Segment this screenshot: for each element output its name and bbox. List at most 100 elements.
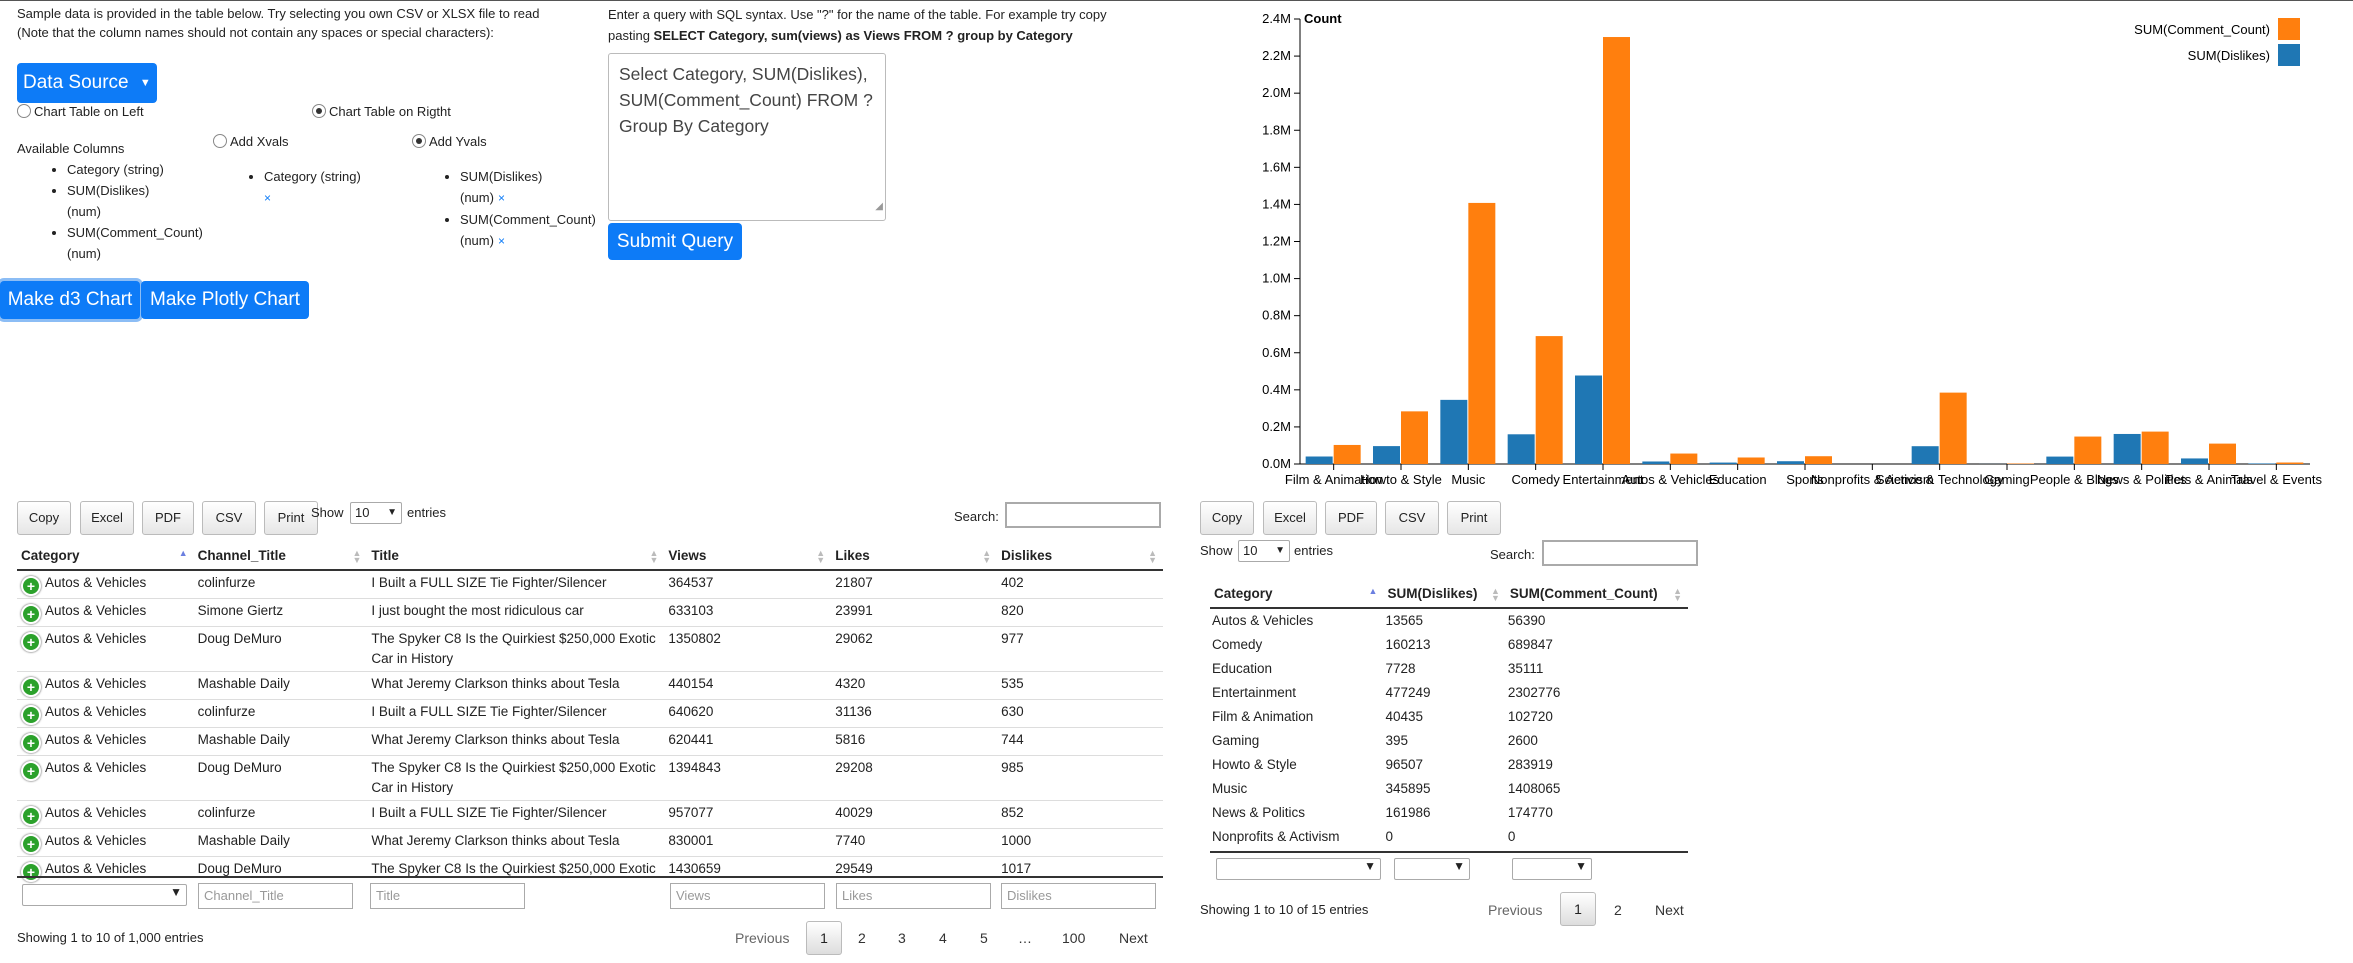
table-row[interactable]: Film & Animation 40435 102720	[1210, 705, 1688, 729]
expand-row-icon[interactable]: +	[21, 604, 41, 624]
excel-export-button[interactable]: Excel	[1263, 501, 1317, 535]
page-button[interactable]: 2	[858, 930, 866, 946]
y-tick-label: 2.0M	[1262, 85, 1291, 100]
table-row[interactable]: News & Politics 161986 174770	[1210, 801, 1688, 825]
column-item[interactable]: SUM(Comment_Count) (num)	[67, 222, 203, 264]
expand-row-icon[interactable]: +	[21, 705, 41, 725]
page-button[interactable]: 4	[939, 930, 947, 946]
filter-dislikes-input[interactable]: Dislikes	[1001, 883, 1156, 909]
column-header-channel_title[interactable]: Channel_Title ▲ ▼	[193, 542, 368, 571]
page-button[interactable]: 5	[980, 930, 988, 946]
expand-row-icon[interactable]: +	[21, 733, 41, 753]
column-header-likes[interactable]: Likes ▲ ▼	[831, 542, 998, 571]
table-row[interactable]: Autos & Vehicles 13565 56390	[1210, 608, 1688, 633]
remove-icon[interactable]: ×	[264, 191, 271, 205]
expand-row-icon[interactable]: +	[21, 677, 41, 697]
previous-page-button[interactable]: Previous	[735, 930, 789, 946]
column-header-views[interactable]: Views ▲ ▼	[664, 542, 832, 571]
make-d3-chart-button[interactable]: Make d3 Chart	[0, 281, 140, 319]
table-cell: 0	[1383, 825, 1505, 849]
page-button[interactable]: 1	[1560, 892, 1596, 926]
table-row[interactable]: Nonprofits & Activism 0 0	[1210, 825, 1688, 849]
print-export-button[interactable]: Print	[264, 501, 318, 535]
table-row[interactable]: + Autos & Vehicles colinfurze I Built a FUL…	[17, 800, 1163, 829]
table-row[interactable]: Music 345895 1408065	[1210, 777, 1688, 801]
pdf-export-button[interactable]: PDF	[1325, 501, 1377, 535]
table-row[interactable]: + Autos & Vehicles colinfurze I Built a FUL…	[17, 699, 1163, 728]
csv-export-button[interactable]: CSV	[1385, 501, 1439, 535]
filter-title-input[interactable]: Title	[370, 883, 525, 909]
main-search-input[interactable]	[1005, 502, 1161, 528]
previous-page-button[interactable]: Previous	[1488, 902, 1542, 918]
table-row[interactable]: Entertainment 477249 2302776	[1210, 681, 1688, 705]
table-row[interactable]: + Autos & Vehicles Mashable Daily What Jere…	[17, 671, 1163, 700]
radio-chart-right[interactable]: Chart Table on Rigtht	[312, 104, 451, 119]
expand-row-icon[interactable]: +	[21, 806, 41, 826]
radio-add-yvals[interactable]: Add Yvals	[412, 134, 487, 149]
radio-icon[interactable]	[312, 104, 326, 118]
submit-query-button[interactable]: Submit Query	[608, 223, 742, 260]
print-export-button[interactable]: Print	[1447, 501, 1501, 535]
filter-views-input[interactable]: Views	[670, 883, 825, 909]
resize-handle-icon[interactable]: ◢	[875, 194, 883, 220]
agg-category-filter[interactable]: ▼	[1216, 858, 1381, 880]
table-row[interactable]: + Autos & Vehicles Mashable Daily What Jere…	[17, 727, 1163, 756]
table-row[interactable]: + Autos & Vehicles Doug DeMuro The Spyker C…	[17, 755, 1163, 801]
copy-export-button[interactable]: Copy	[1200, 501, 1254, 535]
pdf-export-button[interactable]: PDF	[142, 501, 194, 535]
query-textarea[interactable]: Select Category, SUM(Dislikes), SUM(Comm…	[608, 53, 886, 221]
table-row[interactable]: + Autos & Vehicles Mashable Daily What Jere…	[17, 828, 1163, 857]
page-button[interactable]: 2	[1614, 902, 1622, 918]
csv-export-button[interactable]: CSV	[202, 501, 256, 535]
filter-channel-title-input[interactable]: Channel_Title	[198, 883, 353, 909]
column-item[interactable]: SUM(Dislikes) (num)	[67, 180, 203, 222]
table-row[interactable]: Education 7728 35111	[1210, 657, 1688, 681]
table-cell: + Autos & Vehicles	[17, 755, 194, 801]
column-header[interactable]: SUM(Comment_Count) ▲ ▼	[1505, 580, 1688, 609]
expand-row-icon[interactable]: +	[21, 632, 41, 652]
excel-export-button[interactable]: Excel	[80, 501, 134, 535]
column-header[interactable]: SUM(Dislikes) ▲ ▼	[1383, 580, 1506, 609]
page-button[interactable]: 100	[1062, 930, 1085, 946]
data-source-dropdown[interactable]: Data Source ▼	[17, 63, 157, 103]
filter-likes-input[interactable]: Likes	[836, 883, 991, 909]
table-row[interactable]: + Autos & Vehicles Simone Giertz I just bou…	[17, 598, 1163, 627]
remove-icon[interactable]: ×	[498, 234, 505, 248]
copy-export-button[interactable]: Copy	[17, 501, 71, 535]
expand-row-icon[interactable]: +	[21, 576, 41, 596]
table-row[interactable]: + Autos & Vehicles Doug DeMuro The Spyker C…	[17, 626, 1163, 672]
page-button[interactable]: 1	[806, 921, 842, 955]
column-header-title[interactable]: Title ▲ ▼	[367, 542, 665, 571]
table-row[interactable]: Howto & Style 96507 283919	[1210, 753, 1688, 777]
expand-row-icon[interactable]: +	[21, 862, 41, 882]
radio-icon[interactable]	[213, 134, 227, 148]
next-page-button[interactable]: Next	[1655, 902, 1684, 918]
column-header-dislikes[interactable]: Dislikes ▲ ▼	[997, 542, 1163, 571]
remove-icon[interactable]: ×	[498, 191, 505, 205]
column-header-category[interactable]: Category ▲	[17, 542, 194, 571]
agg-comments-filter[interactable]: ▼	[1512, 858, 1592, 880]
agg-search-input[interactable]	[1542, 540, 1698, 566]
category-filter-select[interactable]: ▼	[22, 884, 187, 906]
expand-row-icon[interactable]: +	[21, 834, 41, 854]
main-length-select[interactable]: 10 ▼	[350, 502, 402, 524]
table-row[interactable]: + Autos & Vehicles Doug DeMuro The Spyker C…	[17, 856, 1163, 901]
radio-chart-left[interactable]: Chart Table on Left	[17, 104, 144, 119]
table-row[interactable]: + Autos & Vehicles colinfurze I Built a FUL…	[17, 569, 1163, 599]
table-row[interactable]: Comedy 160213 689847	[1210, 633, 1688, 657]
table-cell: 630	[997, 699, 1163, 728]
radio-icon[interactable]	[17, 104, 31, 118]
agg-length-select[interactable]: 10 ▼	[1238, 540, 1290, 562]
make-plotly-chart-button[interactable]: Make Plotly Chart	[141, 281, 309, 319]
column-header[interactable]: Category ▲	[1210, 580, 1384, 609]
cell-value: 1350802	[668, 631, 721, 646]
agg-footer-rule	[1210, 851, 1688, 853]
expand-row-icon[interactable]: +	[21, 761, 41, 781]
radio-icon[interactable]	[412, 134, 426, 148]
agg-dislikes-filter[interactable]: ▼	[1394, 858, 1470, 880]
page-button[interactable]: 3	[898, 930, 906, 946]
column-item[interactable]: Category (string)	[67, 159, 203, 180]
radio-add-xvals[interactable]: Add Xvals	[213, 134, 289, 149]
table-row[interactable]: Gaming 395 2600	[1210, 729, 1688, 753]
next-page-button[interactable]: Next	[1119, 930, 1148, 946]
